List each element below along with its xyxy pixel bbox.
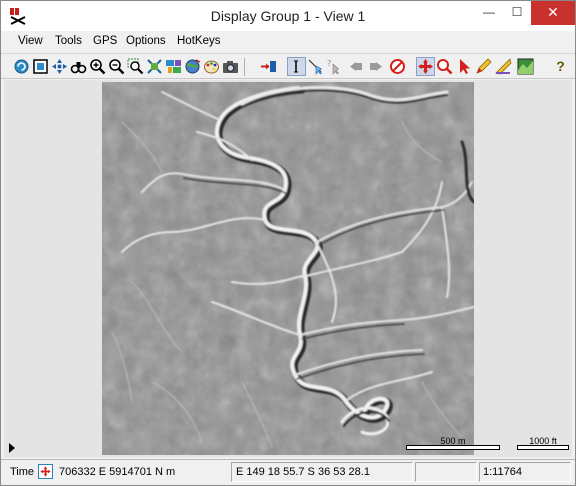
measure-icon[interactable] — [495, 58, 512, 75]
geographic-coordinates: E 149 18 55.7 S 36 53 28.1 — [236, 466, 370, 478]
render-icon[interactable] — [517, 58, 534, 75]
projected-coordinates: 706332 E 5914701 N m — [59, 466, 176, 478]
camera-icon[interactable] — [222, 58, 239, 75]
zoom-to-layer-icon[interactable] — [51, 58, 68, 75]
help-pointer-icon[interactable]: ? — [326, 58, 343, 75]
map-canvas[interactable] — [102, 82, 474, 455]
select-pointer-icon[interactable] — [307, 58, 324, 75]
title-bar: Display Group 1 - View 1 — ☐ ✕ — [1, 1, 575, 31]
full-view-icon[interactable] — [32, 58, 49, 75]
minimize-button[interactable]: — — [475, 1, 503, 25]
select-tool-icon[interactable] — [456, 58, 473, 75]
menu-options[interactable]: Options — [126, 35, 166, 47]
back-icon[interactable] — [348, 58, 365, 75]
scale-bar-imperial: 1000 ft — [517, 436, 569, 450]
layer-manager-icon[interactable] — [165, 58, 182, 75]
select-text-icon[interactable] — [287, 57, 306, 76]
toolbar-separator — [244, 58, 245, 76]
maximize-button[interactable]: ☐ — [503, 1, 531, 25]
map-scale: 1:11764 — [483, 466, 522, 478]
relief-map — [102, 82, 474, 455]
map-viewport[interactable]: 500 m 1000 ft — [4, 80, 572, 457]
zoom-grid-icon[interactable] — [146, 58, 163, 75]
expand-arrow-icon[interactable] — [9, 443, 15, 453]
cursor-position-button[interactable] — [38, 464, 53, 479]
menu-hotkeys[interactable]: HotKeys — [177, 35, 220, 47]
zoom-out-icon[interactable] — [108, 58, 125, 75]
palette-icon[interactable] — [203, 58, 220, 75]
menu-view[interactable]: View — [18, 35, 43, 47]
sketch-tool-icon[interactable] — [475, 58, 492, 75]
svg-text:?: ? — [327, 59, 331, 68]
menu-gps[interactable]: GPS — [93, 35, 117, 47]
crosshair-icon — [40, 466, 51, 477]
binoculars-icon[interactable] — [70, 58, 87, 75]
redraw-icon[interactable] — [13, 58, 30, 75]
forward-icon[interactable] — [367, 58, 384, 75]
scale-bar-metric: 500 m — [406, 436, 500, 450]
app-window: Display Group 1 - View 1 — ☐ ✕ View Tool… — [0, 0, 576, 486]
time-label: Time — [10, 466, 35, 478]
menu-bar: View Tools GPS Options HotKeys — [1, 32, 575, 52]
zoom-in-icon[interactable] — [89, 58, 106, 75]
zoom-tool-icon[interactable] — [436, 58, 453, 75]
status-bar: Time 706332 E 5914701 N m E 149 18 55.7 … — [1, 459, 575, 485]
help-icon[interactable]: ? — [552, 58, 569, 75]
add-layer-icon[interactable] — [260, 58, 277, 75]
globe-icon[interactable] — [184, 58, 201, 75]
pan-icon[interactable] — [416, 57, 435, 76]
toolbar: ? ? — [1, 53, 575, 79]
close-button[interactable]: ✕ — [531, 1, 575, 25]
stop-icon[interactable] — [389, 58, 406, 75]
menu-tools[interactable]: Tools — [55, 35, 82, 47]
zoom-box-icon[interactable] — [127, 58, 144, 75]
